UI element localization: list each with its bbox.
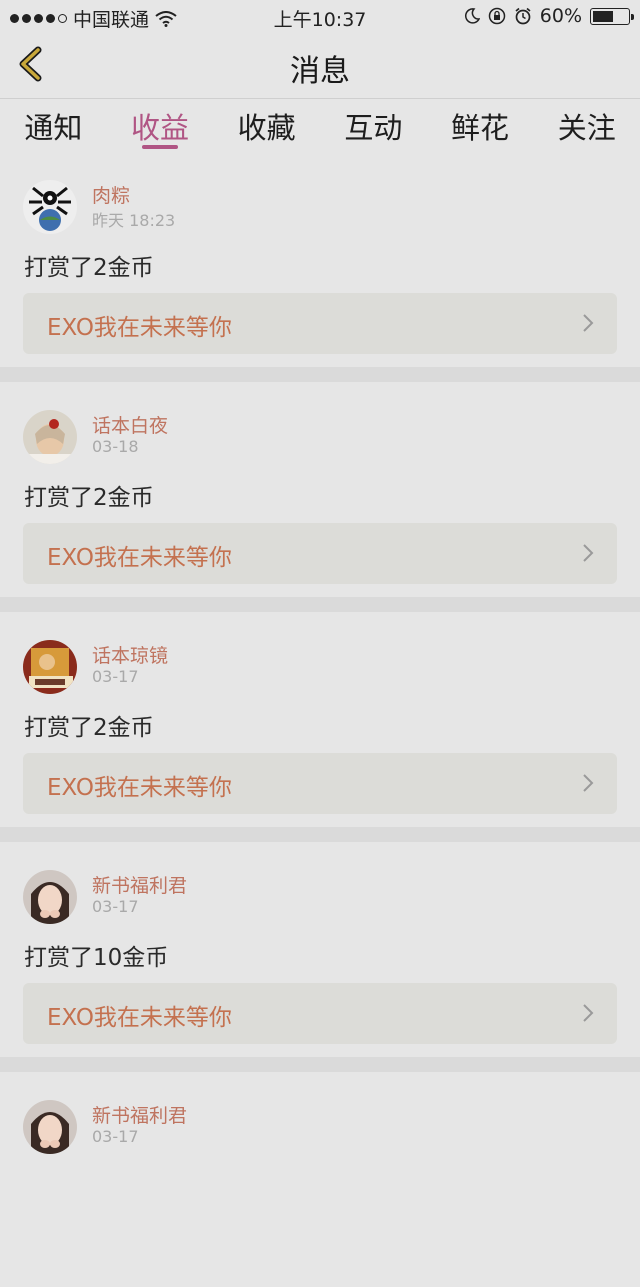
reward-text: 打赏了2金币 <box>24 715 154 741</box>
book-title: EXO我在未来等你 <box>47 775 232 801</box>
card-divider <box>0 1057 640 1072</box>
moon-icon <box>464 8 480 24</box>
tab-favorites[interactable]: 收藏 <box>213 99 320 152</box>
alarm-icon <box>515 7 531 25</box>
book-link[interactable]: EXO我在未来等你 <box>23 753 617 814</box>
user-name[interactable]: 话本白夜 <box>92 411 168 438</box>
user-avatar[interactable] <box>23 870 77 924</box>
tab-earnings[interactable]: 收益 <box>107 99 214 152</box>
tab-label: 互动 <box>344 111 403 145</box>
book-link[interactable]: EXO我在未来等你 <box>23 983 617 1044</box>
reward-text: 打赏了10金币 <box>24 945 169 971</box>
status-right: 60% <box>464 5 634 27</box>
book-link[interactable]: EXO我在未来等你 <box>23 293 617 354</box>
user-name[interactable]: 新书福利君 <box>92 1101 187 1128</box>
timestamp: 昨天 18:23 <box>92 211 176 230</box>
timestamp: 03-17 <box>92 1127 139 1146</box>
notification-card[interactable]: 话本白夜 03-18 打赏了2金币 EXO我在未来等你 <box>0 382 640 597</box>
navigation-bar: 消息 <box>0 32 640 99</box>
tab-bar: 通知 收益 收藏 互动 鲜花 关注 <box>0 99 640 152</box>
chevron-right-icon <box>583 314 594 332</box>
tab-interactions[interactable]: 互动 <box>320 99 427 152</box>
user-name[interactable]: 话本琼镜 <box>92 641 168 668</box>
user-avatar[interactable] <box>23 1100 77 1154</box>
battery-percent: 60% <box>539 5 582 27</box>
card-divider <box>0 597 640 612</box>
notification-card[interactable]: 新书福利君 03-17 <box>0 1072 640 1287</box>
battery-icon <box>590 7 634 25</box>
book-link[interactable]: EXO我在未来等你 <box>23 523 617 584</box>
tab-label: 鲜花 <box>451 111 510 145</box>
notification-card[interactable]: 话本琼镜 03-17 打赏了2金币 EXO我在未来等你 <box>0 612 640 827</box>
active-tab-indicator <box>142 145 178 149</box>
book-title: EXO我在未来等你 <box>47 545 232 571</box>
reward-text: 打赏了2金币 <box>24 485 154 511</box>
tab-label: 通知 <box>24 111 83 145</box>
user-avatar[interactable] <box>23 180 77 234</box>
tab-flowers[interactable]: 鲜花 <box>427 99 534 152</box>
chevron-right-icon <box>583 774 594 792</box>
book-title: EXO我在未来等你 <box>47 315 232 341</box>
tab-following[interactable]: 关注 <box>533 99 640 152</box>
reward-text: 打赏了2金币 <box>24 255 154 281</box>
tab-label: 收益 <box>131 111 190 145</box>
book-title: EXO我在未来等你 <box>47 1005 232 1031</box>
status-bar: 中国联通 上午10:37 60% <box>0 0 640 32</box>
rotation-lock-icon <box>488 7 506 25</box>
timestamp: 03-18 <box>92 437 139 456</box>
notification-card[interactable]: 肉粽 昨天 18:23 打赏了2金币 EXO我在未来等你 <box>0 152 640 367</box>
tab-label: 收藏 <box>237 111 296 145</box>
user-avatar[interactable] <box>23 410 77 464</box>
user-name[interactable]: 肉粽 <box>92 181 130 208</box>
tab-label: 关注 <box>557 111 616 145</box>
page-title: 消息 <box>290 54 350 89</box>
card-divider <box>0 827 640 842</box>
notification-card[interactable]: 新书福利君 03-17 打赏了10金币 EXO我在未来等你 <box>0 842 640 1057</box>
user-name[interactable]: 新书福利君 <box>92 871 187 898</box>
card-divider <box>0 367 640 382</box>
timestamp: 03-17 <box>92 667 139 686</box>
chevron-right-icon <box>583 544 594 562</box>
timestamp: 03-17 <box>92 897 139 916</box>
tab-notifications[interactable]: 通知 <box>0 99 107 152</box>
chevron-right-icon <box>583 1004 594 1022</box>
user-avatar[interactable] <box>23 640 77 694</box>
